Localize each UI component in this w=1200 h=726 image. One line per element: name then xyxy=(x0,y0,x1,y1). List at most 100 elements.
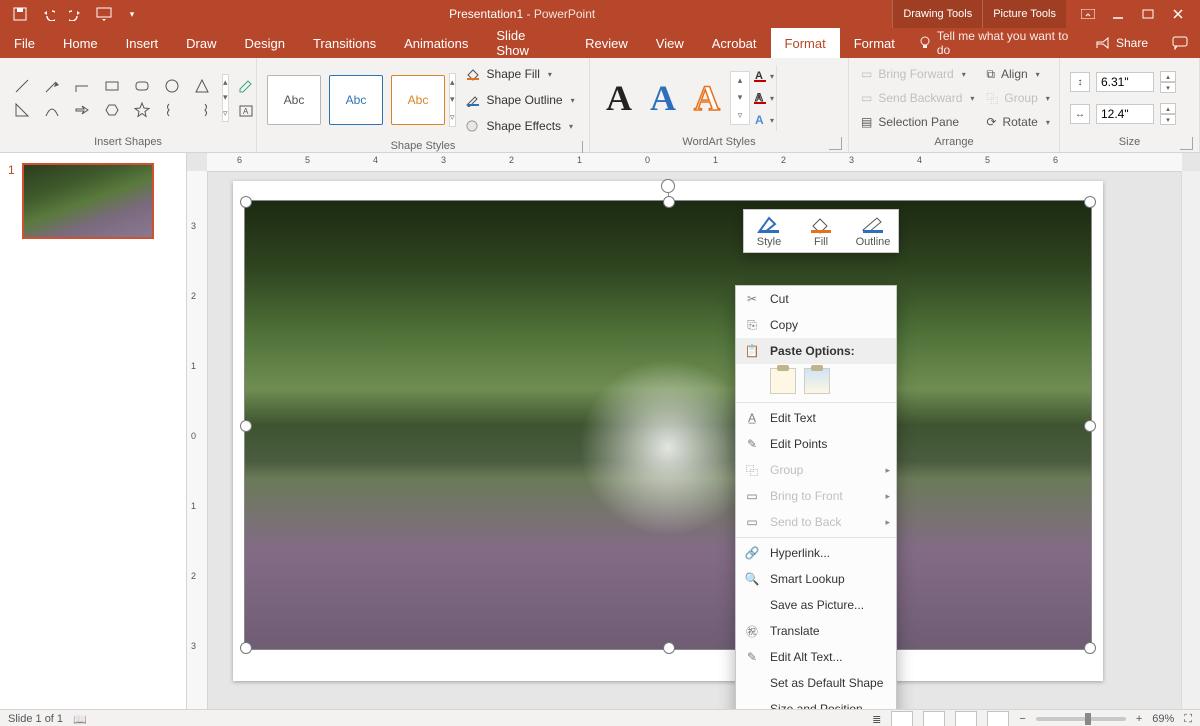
shape-rt-triangle-icon[interactable] xyxy=(10,99,34,121)
maximize-icon[interactable] xyxy=(1138,4,1158,24)
shape-curve-icon[interactable] xyxy=(40,99,64,121)
context-tab-drawing[interactable]: Drawing Tools xyxy=(892,0,982,28)
ctx-copy[interactable]: ⎘Copy xyxy=(736,312,896,338)
shape-fill-button[interactable]: Shape Fill▾ xyxy=(460,62,580,86)
paste-keep-formatting[interactable] xyxy=(770,368,796,394)
ctx-size-position[interactable]: ↔Size and Position... xyxy=(736,696,896,709)
tab-insert[interactable]: Insert xyxy=(112,28,173,58)
wordart-preset-1[interactable]: A xyxy=(606,77,632,119)
resize-handle-ne[interactable] xyxy=(1084,196,1096,208)
mini-outline[interactable]: Outline xyxy=(852,214,894,248)
text-box-icon[interactable]: A xyxy=(235,100,257,122)
size-launcher[interactable] xyxy=(1180,137,1193,150)
mini-style[interactable]: Style xyxy=(748,214,790,248)
tab-format-drawing[interactable]: Format xyxy=(771,28,840,58)
tab-home[interactable]: Home xyxy=(49,28,112,58)
ctx-set-default[interactable]: Set as Default Shape xyxy=(736,670,896,696)
shape-brace2-icon[interactable] xyxy=(190,99,214,121)
shapes-gallery[interactable] xyxy=(6,71,218,125)
tab-draw[interactable]: Draw xyxy=(172,28,230,58)
ctx-hyperlink[interactable]: 🔗Hyperlink... xyxy=(736,540,896,566)
notes-button[interactable]: ≣ xyxy=(872,713,881,726)
view-normal[interactable] xyxy=(891,711,913,726)
shape-roundrect-icon[interactable] xyxy=(130,75,154,97)
tab-design[interactable]: Design xyxy=(231,28,299,58)
text-effects-icon[interactable]: A▾ xyxy=(752,111,774,129)
fit-icon[interactable]: ⛶ xyxy=(1184,713,1192,726)
redo-icon[interactable] xyxy=(64,2,88,26)
resize-handle-w[interactable] xyxy=(240,420,252,432)
wordart-gallery[interactable]: A A A xyxy=(596,77,730,119)
tab-transitions[interactable]: Transitions xyxy=(299,28,390,58)
tab-file[interactable]: File xyxy=(0,28,49,58)
shape-triangle-icon[interactable] xyxy=(190,75,214,97)
rotate-button[interactable]: ⟳Rotate▾ xyxy=(980,111,1055,133)
ctx-translate[interactable]: ㊗Translate xyxy=(736,618,896,644)
shape-elbow-icon[interactable] xyxy=(70,75,94,97)
undo-icon[interactable] xyxy=(36,2,60,26)
wordart-preset-2[interactable]: A xyxy=(650,77,676,119)
view-reading[interactable] xyxy=(955,711,977,726)
selection-pane-button[interactable]: ▤Selection Pane xyxy=(855,111,980,133)
zoom-out[interactable]: − xyxy=(1019,713,1025,725)
ctx-cut[interactable]: ✂Cut xyxy=(736,286,896,312)
ribbon-options-icon[interactable] xyxy=(1078,4,1098,24)
wordart-more[interactable]: ▴▾▿ xyxy=(730,71,750,125)
resize-handle-e[interactable] xyxy=(1084,420,1096,432)
shape-hex-icon[interactable] xyxy=(100,99,124,121)
tab-review[interactable]: Review xyxy=(571,28,642,58)
ctx-save-as-picture[interactable]: Save as Picture... xyxy=(736,592,896,618)
resize-handle-sw[interactable] xyxy=(240,642,252,654)
resize-handle-s[interactable] xyxy=(663,642,675,654)
shape-rect-icon[interactable] xyxy=(100,75,124,97)
ctx-smart-lookup[interactable]: 🔍Smart Lookup xyxy=(736,566,896,592)
paste-as-picture[interactable] xyxy=(804,368,830,394)
mini-fill[interactable]: Fill xyxy=(800,214,842,248)
height-field[interactable]: ↕ ▴▾ xyxy=(1070,71,1176,93)
width-up[interactable]: ▴ xyxy=(1160,103,1176,114)
style-preset-2[interactable]: Abc xyxy=(329,75,383,125)
minimize-icon[interactable] xyxy=(1108,4,1128,24)
rotate-handle[interactable] xyxy=(661,179,675,193)
slide-canvas[interactable] xyxy=(233,181,1103,681)
tab-view[interactable]: View xyxy=(642,28,698,58)
ctx-edit-alt[interactable]: ✎Edit Alt Text... xyxy=(736,644,896,670)
tell-me[interactable]: Tell me what you want to do xyxy=(909,28,1084,58)
shape-arrowline-icon[interactable] xyxy=(40,75,64,97)
save-icon[interactable] xyxy=(8,2,32,26)
context-tab-picture[interactable]: Picture Tools xyxy=(982,0,1066,28)
zoom-in[interactable]: + xyxy=(1136,713,1142,725)
text-fill-icon[interactable]: A▾ xyxy=(752,67,774,85)
style-preset-3[interactable]: Abc xyxy=(391,75,445,125)
edit-shape-icon[interactable] xyxy=(235,74,257,96)
shape-line-icon[interactable] xyxy=(10,75,34,97)
align-button[interactable]: ⧉Align▾ xyxy=(980,63,1055,85)
tab-animations[interactable]: Animations xyxy=(390,28,482,58)
width-field[interactable]: ↔ ▴▾ xyxy=(1070,103,1176,125)
qat-more-icon[interactable]: ▾ xyxy=(120,2,144,26)
height-up[interactable]: ▴ xyxy=(1160,71,1176,82)
tab-format-picture[interactable]: Format xyxy=(840,28,909,58)
resize-handle-nw[interactable] xyxy=(240,196,252,208)
shapes-more-button[interactable]: ▴▾▿ xyxy=(222,74,229,122)
shape-circle-icon[interactable] xyxy=(160,75,184,97)
view-slideshow[interactable] xyxy=(987,711,1009,726)
style-preset-1[interactable]: Abc xyxy=(267,75,321,125)
shape-arrow-icon[interactable] xyxy=(70,99,94,121)
resize-handle-se[interactable] xyxy=(1084,642,1096,654)
shape-effects-button[interactable]: Shape Effects▾ xyxy=(460,114,580,138)
height-down[interactable]: ▾ xyxy=(1160,82,1176,93)
view-sorter[interactable] xyxy=(923,711,945,726)
height-input[interactable] xyxy=(1096,72,1154,92)
shape-brace-icon[interactable] xyxy=(160,99,184,121)
tab-acrobat[interactable]: Acrobat xyxy=(698,28,771,58)
tab-slideshow[interactable]: Slide Show xyxy=(482,28,571,58)
width-input[interactable] xyxy=(1096,104,1154,124)
wordart-preset-3[interactable]: A xyxy=(694,77,720,119)
spellcheck-icon[interactable]: 📖 xyxy=(73,713,87,726)
ctx-edit-points[interactable]: ✎Edit Points xyxy=(736,431,896,457)
width-down[interactable]: ▾ xyxy=(1160,114,1176,125)
resize-handle-n[interactable] xyxy=(663,196,675,208)
wordart-launcher[interactable] xyxy=(829,137,842,150)
shape-style-gallery[interactable]: Abc Abc Abc xyxy=(263,71,449,129)
